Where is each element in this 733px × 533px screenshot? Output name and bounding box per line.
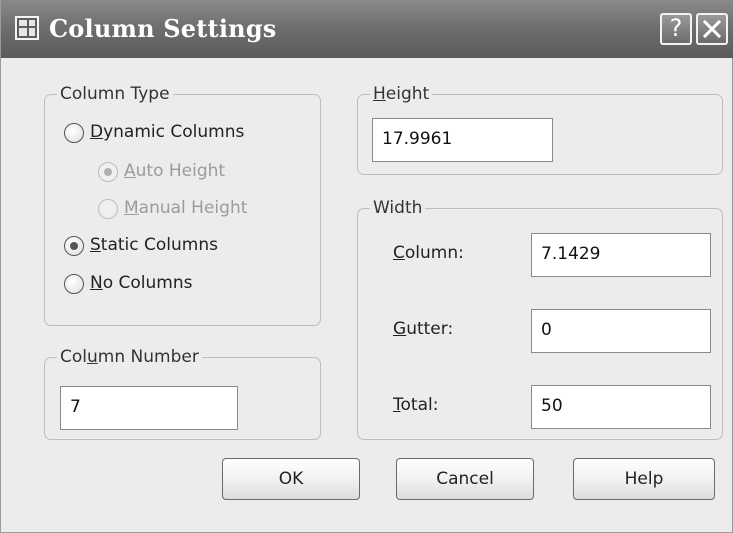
close-button[interactable]: [696, 13, 728, 45]
column-width-label: Column:: [393, 243, 464, 263]
static-columns-label[interactable]: Static Columns: [90, 234, 218, 256]
total-label: Total:: [393, 395, 439, 415]
dialog-title: Column Settings: [49, 14, 277, 43]
dynamic-columns-label[interactable]: Dynamic Columns: [90, 121, 244, 143]
column-type-legend: Column Type: [57, 84, 173, 104]
width-legend: Width: [370, 198, 426, 218]
manual-height-label[interactable]: Manual Height: [124, 197, 247, 219]
auto-height-label[interactable]: Auto Height: [124, 160, 225, 182]
radio-selected-dot: [104, 168, 112, 176]
close-icon: [703, 20, 721, 38]
help-button[interactable]: Help: [573, 458, 715, 500]
column-settings-app-icon: [15, 16, 39, 40]
column-settings-dialog: Column Settings ? Column Type Dynamic Co…: [0, 0, 733, 533]
title-bar[interactable]: Column Settings ?: [1, 0, 733, 58]
column-number-legend: Column Number: [57, 347, 202, 367]
manual-height-radio[interactable]: [98, 199, 118, 219]
ok-button[interactable]: OK: [222, 458, 360, 500]
help-title-button[interactable]: ?: [660, 13, 692, 45]
gutter-label: Gutter:: [393, 319, 454, 339]
static-columns-radio[interactable]: [64, 236, 84, 256]
dynamic-columns-radio[interactable]: [64, 123, 84, 143]
no-columns-label[interactable]: No Columns: [90, 272, 192, 294]
height-input[interactable]: 17.9961: [372, 118, 553, 162]
auto-height-radio[interactable]: [98, 162, 118, 182]
cancel-button[interactable]: Cancel: [396, 458, 534, 500]
gutter-input[interactable]: 0: [531, 309, 711, 353]
column-width-input[interactable]: 7.1429: [531, 233, 711, 277]
no-columns-radio[interactable]: [64, 274, 84, 294]
height-legend: Height: [370, 84, 433, 104]
radio-selected-dot: [70, 242, 78, 250]
column-number-input[interactable]: 7: [60, 386, 238, 430]
question-mark-icon: ?: [669, 14, 683, 42]
total-input[interactable]: 50: [531, 385, 711, 429]
